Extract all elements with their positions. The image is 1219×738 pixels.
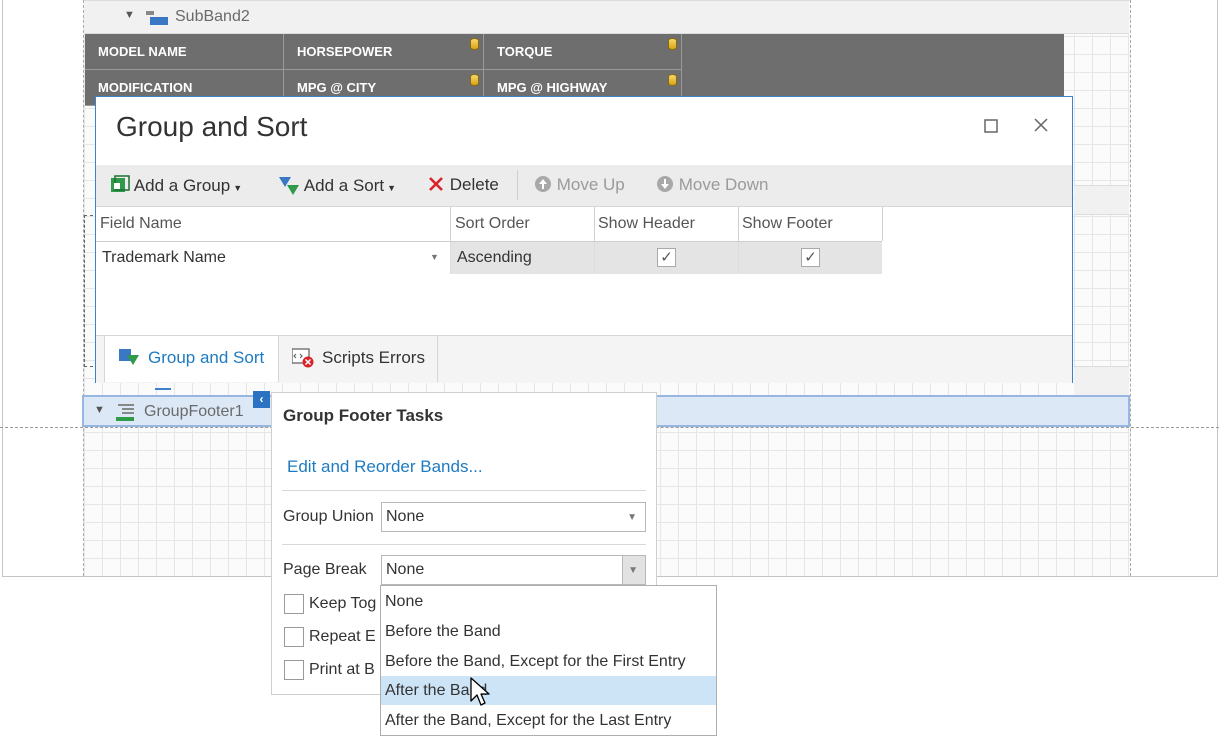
- band-bracket: [84, 215, 93, 367]
- subband-strip[interactable]: ▼ SubBand2: [84, 0, 1129, 34]
- keep-together-label: Keep Tog: [309, 595, 377, 612]
- column-header-show-footer[interactable]: Show Footer: [742, 215, 833, 233]
- close-icon[interactable]: [1033, 117, 1049, 138]
- page-break-value: None: [386, 561, 425, 578]
- delete-label: Delete: [449, 175, 499, 194]
- dialog-tab-bar: Group and Sort Scripts Errors: [96, 335, 1072, 383]
- edit-reorder-bands-link[interactable]: Edit and Reorder Bands...: [287, 457, 483, 477]
- delete-icon: [429, 177, 443, 191]
- band-strip: [1074, 366, 1129, 396]
- scripts-errors-icon: [291, 348, 314, 373]
- group-union-select[interactable]: None ▼: [381, 502, 646, 532]
- add-sort-button[interactable]: Add a Sort ▼: [278, 175, 396, 196]
- tab-label: Scripts Errors: [322, 348, 425, 367]
- tab-scripts-errors[interactable]: Scripts Errors: [278, 336, 438, 382]
- list-item[interactable]: After the Band, Except for the Last Entr…: [381, 706, 716, 735]
- group-sort-grid: Field Name Sort Order Show Header Show F…: [96, 207, 1072, 335]
- report-table[interactable]: MODEL NAME HORSEPOWER TORQUE MODIFICATIO…: [85, 34, 1064, 106]
- database-binding-icon: [668, 38, 677, 50]
- column-header-show-header[interactable]: Show Header: [598, 215, 695, 233]
- print-at-bottom-checkbox[interactable]: [284, 660, 304, 680]
- show-footer-cell[interactable]: ✓: [739, 242, 882, 274]
- group-union-label: Group Union: [283, 508, 374, 525]
- field-name-value: Trademark Name: [102, 249, 226, 266]
- chevron-down-icon: ▼: [628, 565, 638, 576]
- move-up-label: Move Up: [556, 175, 625, 194]
- mouse-pointer-icon: [470, 677, 492, 714]
- column-divider: [738, 207, 739, 241]
- tasks-title: Group Footer Tasks: [283, 406, 444, 425]
- add-group-icon: [111, 175, 130, 192]
- toolbar-separator: [517, 170, 518, 200]
- table-row[interactable]: Trademark Name ▼ Ascending ✓ ✓: [96, 242, 882, 274]
- move-down-icon: [657, 176, 673, 192]
- band-icon: [146, 9, 168, 32]
- show-header-checkbox[interactable]: ✓: [657, 248, 676, 267]
- database-binding-icon: [470, 38, 479, 50]
- move-up-icon: [535, 176, 551, 192]
- print-at-bottom-label: Print at B: [309, 661, 375, 678]
- move-down-label: Move Down: [678, 175, 769, 194]
- add-sort-label: Add a Sort: [303, 176, 385, 195]
- list-item[interactable]: Before the Band: [381, 617, 716, 646]
- smart-tag-collapse-button[interactable]: ‹: [253, 391, 270, 408]
- sort-order-cell[interactable]: Ascending: [451, 242, 594, 274]
- collapse-arrow-icon[interactable]: ▼: [124, 9, 135, 21]
- dropdown-caret-icon[interactable]: ▼: [430, 252, 439, 262]
- dialog-title: Group and Sort: [116, 111, 308, 142]
- keep-together-checkbox[interactable]: [284, 594, 304, 614]
- field-name-cell[interactable]: Trademark Name ▼: [96, 242, 450, 274]
- page-break-dropdown-list: None Before the Band Before the Band, Ex…: [380, 585, 717, 736]
- group-sort-tab-icon: [119, 349, 141, 372]
- table-cell[interactable]: HORSEPOWER: [284, 34, 484, 70]
- list-item[interactable]: After the Band: [381, 676, 716, 705]
- list-item[interactable]: Before the Band, Except for the First En…: [381, 647, 716, 676]
- dialog-toolbar: Add a Group ▼ Add a Sort ▼ Delete Move Up …: [96, 165, 1072, 207]
- add-group-button[interactable]: Add a Group ▼: [110, 175, 242, 196]
- divider: [282, 490, 646, 491]
- table-cell[interactable]: MODEL NAME: [85, 34, 284, 70]
- dropdown-caret-icon: ▼: [387, 183, 397, 193]
- column-divider: [450, 242, 451, 274]
- column-divider: [882, 207, 883, 241]
- dropdown-caret-icon: ▼: [233, 183, 243, 193]
- add-group-label: Add a Group: [133, 176, 231, 195]
- column-divider: [450, 207, 451, 241]
- collapse-arrow-icon[interactable]: ▼: [94, 404, 105, 416]
- page-break-select[interactable]: None ▼: [381, 555, 646, 585]
- resize-handle[interactable]: [155, 388, 171, 390]
- repeat-every-page-checkbox[interactable]: [284, 627, 304, 647]
- tab-label: Group and Sort: [148, 348, 265, 367]
- sort-order-value: Ascending: [457, 249, 532, 266]
- grid-header-row: Field Name Sort Order Show Header Show F…: [96, 207, 882, 242]
- chevron-down-icon: ▼: [627, 512, 637, 523]
- table-cell[interactable]: TORQUE: [484, 34, 682, 70]
- group-footer-title: GroupFooter1: [144, 403, 244, 420]
- delete-button[interactable]: Delete: [427, 175, 499, 195]
- column-divider: [738, 242, 739, 274]
- repeat-every-page-label: Repeat E: [309, 628, 376, 645]
- column-divider: [594, 207, 595, 241]
- show-header-cell[interactable]: ✓: [595, 242, 738, 274]
- column-header-field-name[interactable]: Field Name: [100, 215, 182, 233]
- group-footer-icon: [116, 402, 138, 427]
- tab-group-and-sort[interactable]: Group and Sort: [104, 336, 279, 382]
- show-footer-checkbox[interactable]: ✓: [801, 248, 820, 267]
- column-header-sort-order[interactable]: Sort Order: [455, 215, 530, 233]
- add-sort-icon: [279, 177, 299, 195]
- maximize-icon[interactable]: [984, 117, 998, 138]
- divider: [282, 544, 646, 545]
- page-break-label: Page Break: [283, 561, 367, 578]
- band-strip: [1074, 185, 1129, 215]
- move-down-button[interactable]: Move Down: [656, 175, 769, 195]
- column-divider: [594, 242, 595, 274]
- group-and-sort-dialog: Group and Sort Add a Group ▼ Add a Sort ▼ …: [95, 96, 1073, 383]
- database-binding-icon: [668, 74, 677, 86]
- group-union-value: None: [386, 508, 425, 525]
- move-up-button[interactable]: Move Up: [534, 175, 625, 195]
- database-binding-icon: [470, 74, 479, 86]
- subband-title: SubBand2: [175, 8, 250, 25]
- list-item[interactable]: None: [381, 587, 716, 616]
